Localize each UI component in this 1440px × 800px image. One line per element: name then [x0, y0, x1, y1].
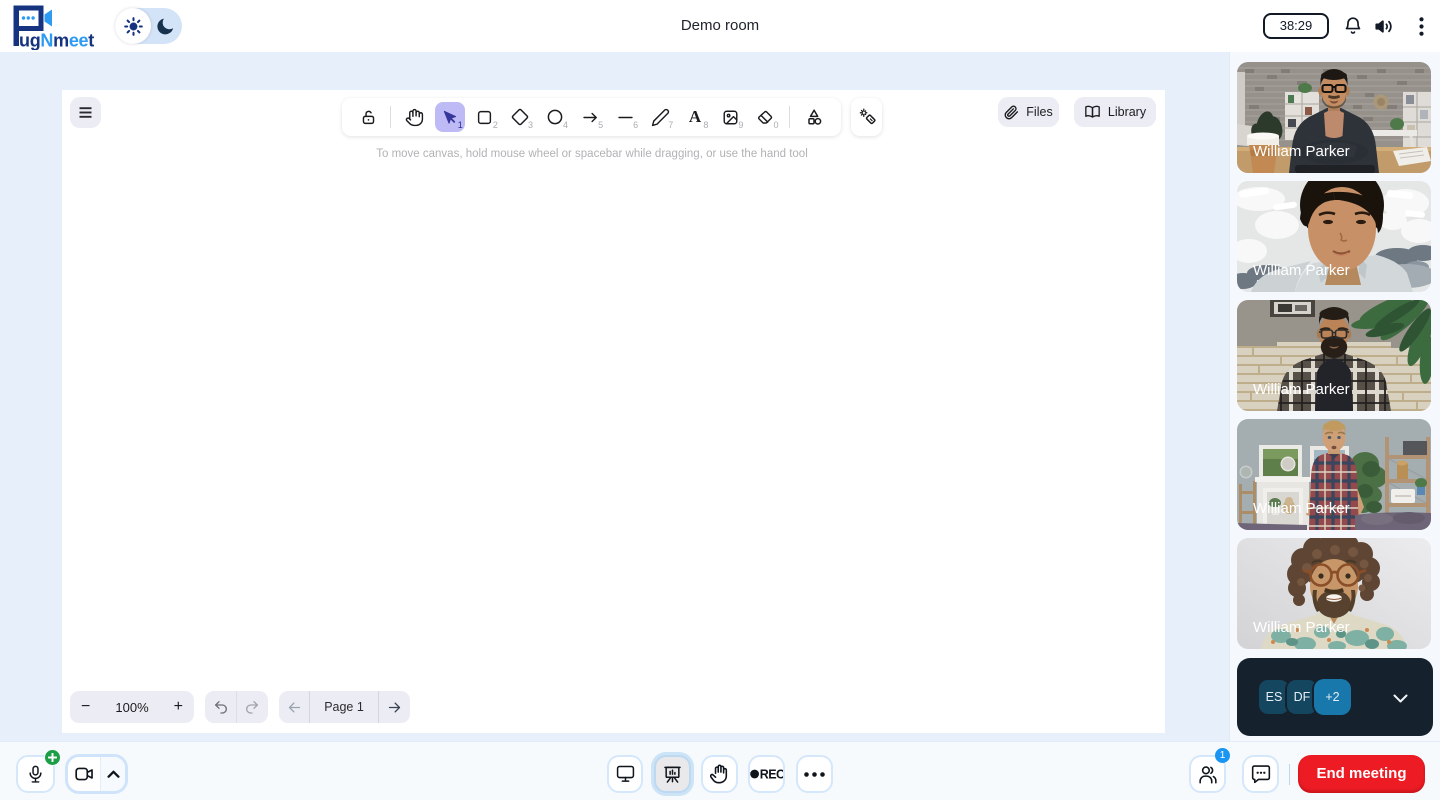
svg-text:A: A	[689, 107, 702, 126]
svg-text:REC: REC	[760, 768, 783, 780]
